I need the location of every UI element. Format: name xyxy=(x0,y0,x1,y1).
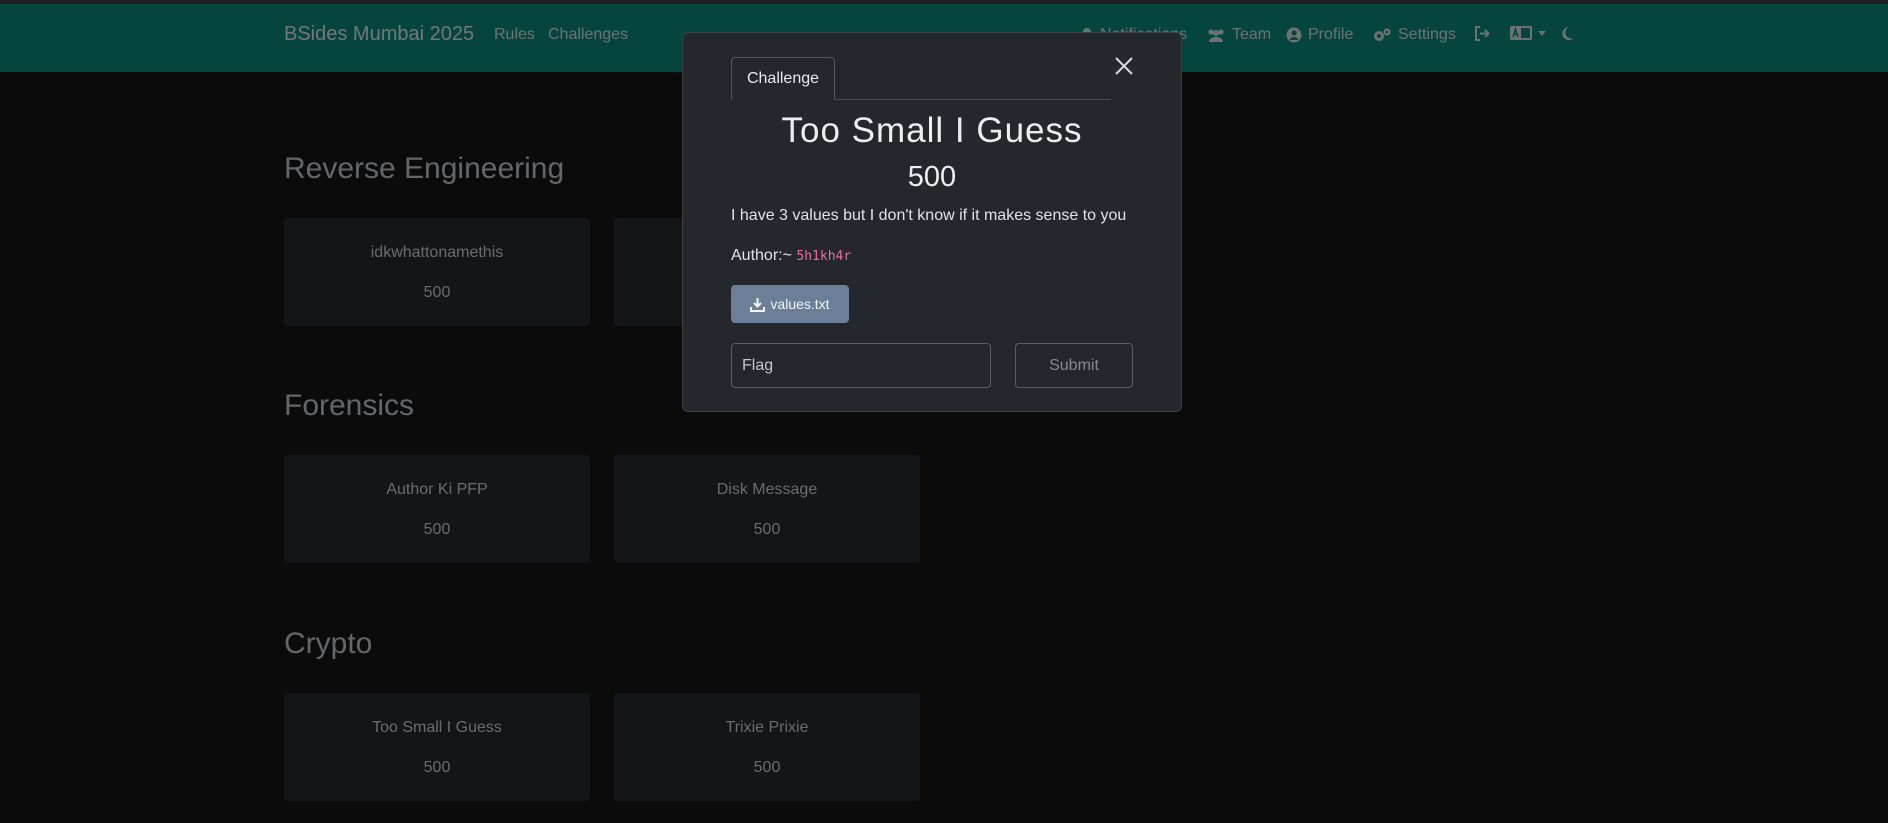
author-prefix: Author:~ xyxy=(731,247,792,264)
close-icon xyxy=(1115,57,1133,75)
author-handle: 5h1kh4r xyxy=(796,249,852,264)
file-name: values.txt xyxy=(770,296,830,312)
download-icon xyxy=(750,297,766,312)
download-file-button[interactable]: values.txt xyxy=(731,285,849,323)
challenge-points: 500 xyxy=(907,161,957,193)
submit-button[interactable]: Submit xyxy=(1015,343,1133,388)
close-button[interactable] xyxy=(1111,53,1137,79)
challenge-author: Author:~ 5h1kh4r xyxy=(731,247,851,265)
challenge-title: Too Small I Guess xyxy=(781,111,1083,150)
flag-input[interactable] xyxy=(731,343,991,388)
challenge-description: I have 3 values but I don't know if it m… xyxy=(731,207,1127,224)
challenge-modal: Challenge Too Small I Guess 500 I have 3… xyxy=(682,32,1182,412)
tab-challenge[interactable]: Challenge xyxy=(731,57,835,100)
